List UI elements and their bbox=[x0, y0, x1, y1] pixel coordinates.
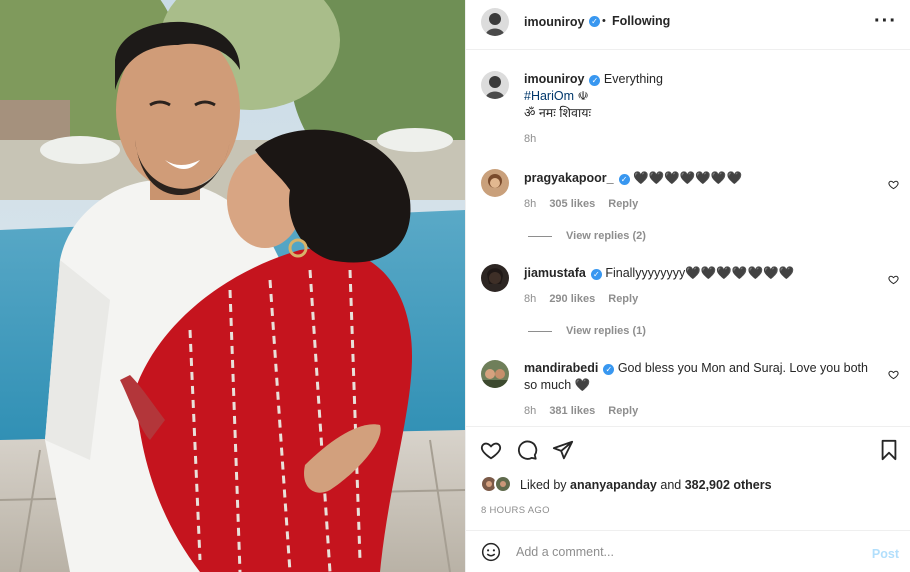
commenter-avatar[interactable] bbox=[481, 169, 509, 197]
verified-badge-icon: ✓ bbox=[603, 364, 615, 375]
caption-text: imouniroy ✓ Everything #HariOm ☫ ॐ नमः शि… bbox=[524, 71, 879, 122]
comment-meta: 8h 305 likes Reply bbox=[524, 198, 648, 210]
verified-badge-icon: ✓ bbox=[589, 16, 600, 27]
view-replies-line bbox=[528, 235, 552, 237]
emoji-smiley-icon[interactable] bbox=[481, 542, 501, 562]
like-comment-heart-icon[interactable] bbox=[888, 369, 899, 380]
view-replies-button[interactable]: View replies (2) bbox=[528, 230, 646, 242]
instagram-post: imouniroy ✓ • Following ··· imouniroy ✓ E… bbox=[0, 0, 910, 572]
commenter-username[interactable]: pragyakapoor_ bbox=[524, 171, 614, 185]
caption-meta: 8h bbox=[524, 133, 546, 145]
verified-badge-icon: ✓ bbox=[618, 174, 630, 185]
save-bookmark-icon[interactable] bbox=[879, 439, 899, 461]
likes-text: Liked by ananyapanday and 382,902 others bbox=[520, 478, 772, 492]
commenter-avatar[interactable] bbox=[481, 360, 509, 388]
author-username[interactable]: imouniroy bbox=[524, 15, 584, 29]
comment-text: jiamustafa ✓ Finallyyyyyyyy🖤🖤🖤🖤🖤🖤🖤 bbox=[524, 265, 879, 282]
reply-button[interactable]: Reply bbox=[608, 405, 638, 417]
view-replies-label: View replies (2) bbox=[566, 230, 646, 242]
liked-by-and: and bbox=[660, 478, 682, 492]
liked-by-prefix: Liked by bbox=[520, 478, 567, 492]
more-options-icon[interactable]: ··· bbox=[874, 10, 897, 33]
commenter-avatar[interactable] bbox=[481, 264, 509, 292]
comment-meta: 8h 290 likes Reply bbox=[524, 293, 648, 305]
caption-avatar[interactable] bbox=[481, 71, 509, 99]
post-photo[interactable] bbox=[0, 0, 465, 572]
comment-time: 8h bbox=[524, 198, 537, 210]
like-heart-icon[interactable] bbox=[480, 439, 502, 461]
comment-text: pragyakapoor_ ✓ 🖤🖤🖤🖤🖤🖤🖤 bbox=[524, 170, 879, 187]
caption-body: Everything bbox=[603, 72, 663, 86]
commenter-username[interactable]: jiamustafa bbox=[524, 266, 586, 280]
post-timestamp[interactable]: 8 HOURS AGO bbox=[481, 505, 550, 516]
verified-badge-icon: ✓ bbox=[589, 75, 601, 86]
liker-avatar bbox=[494, 475, 512, 493]
comment-time: 8h bbox=[524, 405, 537, 417]
view-replies-line bbox=[528, 330, 552, 332]
following-button[interactable]: Following bbox=[612, 14, 670, 28]
author-avatar[interactable] bbox=[481, 8, 509, 36]
comment-text: mandirabedi ✓ God bless you Mon and Suraj… bbox=[524, 360, 879, 394]
like-comment-heart-icon[interactable] bbox=[888, 274, 899, 285]
post-side-panel: imouniroy ✓ • Following ··· imouniroy ✓ E… bbox=[465, 0, 910, 572]
caption-username[interactable]: imouniroy bbox=[524, 72, 584, 86]
caption-line3: ॐ नमः शिवायः bbox=[524, 106, 591, 120]
reply-button[interactable]: Reply bbox=[608, 293, 638, 305]
comments-list[interactable]: imouniroy ✓ Everything #HariOm ☫ ॐ नमः शि… bbox=[466, 51, 910, 425]
liked-by-user[interactable]: ananyapanday bbox=[570, 478, 657, 492]
trishul-symbol: ☫ bbox=[577, 89, 589, 103]
comment-bubble-icon[interactable] bbox=[516, 439, 538, 461]
liked-by-others[interactable]: 382,902 others bbox=[685, 478, 772, 492]
comment-time: 8h bbox=[524, 293, 537, 305]
hashtag-link[interactable]: #HariOm bbox=[524, 89, 574, 103]
comment-body: 🖤🖤🖤🖤🖤🖤🖤 bbox=[633, 171, 743, 185]
view-replies-label: View replies (1) bbox=[566, 325, 646, 337]
verified-badge-icon: ✓ bbox=[590, 269, 602, 280]
comment-body: Finallyyyyyyyy🖤🖤🖤🖤🖤🖤🖤 bbox=[605, 266, 795, 280]
couple-photo-illustration bbox=[0, 0, 465, 572]
add-comment-input[interactable] bbox=[516, 543, 836, 561]
view-replies-button[interactable]: View replies (1) bbox=[528, 325, 646, 337]
likes-summary[interactable]: Liked by ananyapanday and 382,902 others bbox=[466, 472, 910, 498]
comment-likes[interactable]: 290 likes bbox=[549, 293, 595, 305]
post-actions bbox=[466, 426, 910, 472]
reply-button[interactable]: Reply bbox=[608, 198, 638, 210]
post-header: imouniroy ✓ • Following ··· bbox=[466, 0, 910, 50]
commenter-username[interactable]: mandirabedi bbox=[524, 361, 598, 375]
comment-meta: 8h 381 likes Reply bbox=[524, 405, 648, 417]
comment-likes[interactable]: 381 likes bbox=[549, 405, 595, 417]
post-comment-button[interactable]: Post bbox=[872, 547, 899, 561]
like-comment-heart-icon[interactable] bbox=[888, 179, 899, 190]
share-paper-plane-icon[interactable] bbox=[552, 439, 574, 461]
comment-likes[interactable]: 305 likes bbox=[549, 198, 595, 210]
add-comment-bar: Post bbox=[466, 530, 910, 572]
caption-time: 8h bbox=[524, 133, 537, 145]
separator-dot: • bbox=[602, 15, 606, 27]
